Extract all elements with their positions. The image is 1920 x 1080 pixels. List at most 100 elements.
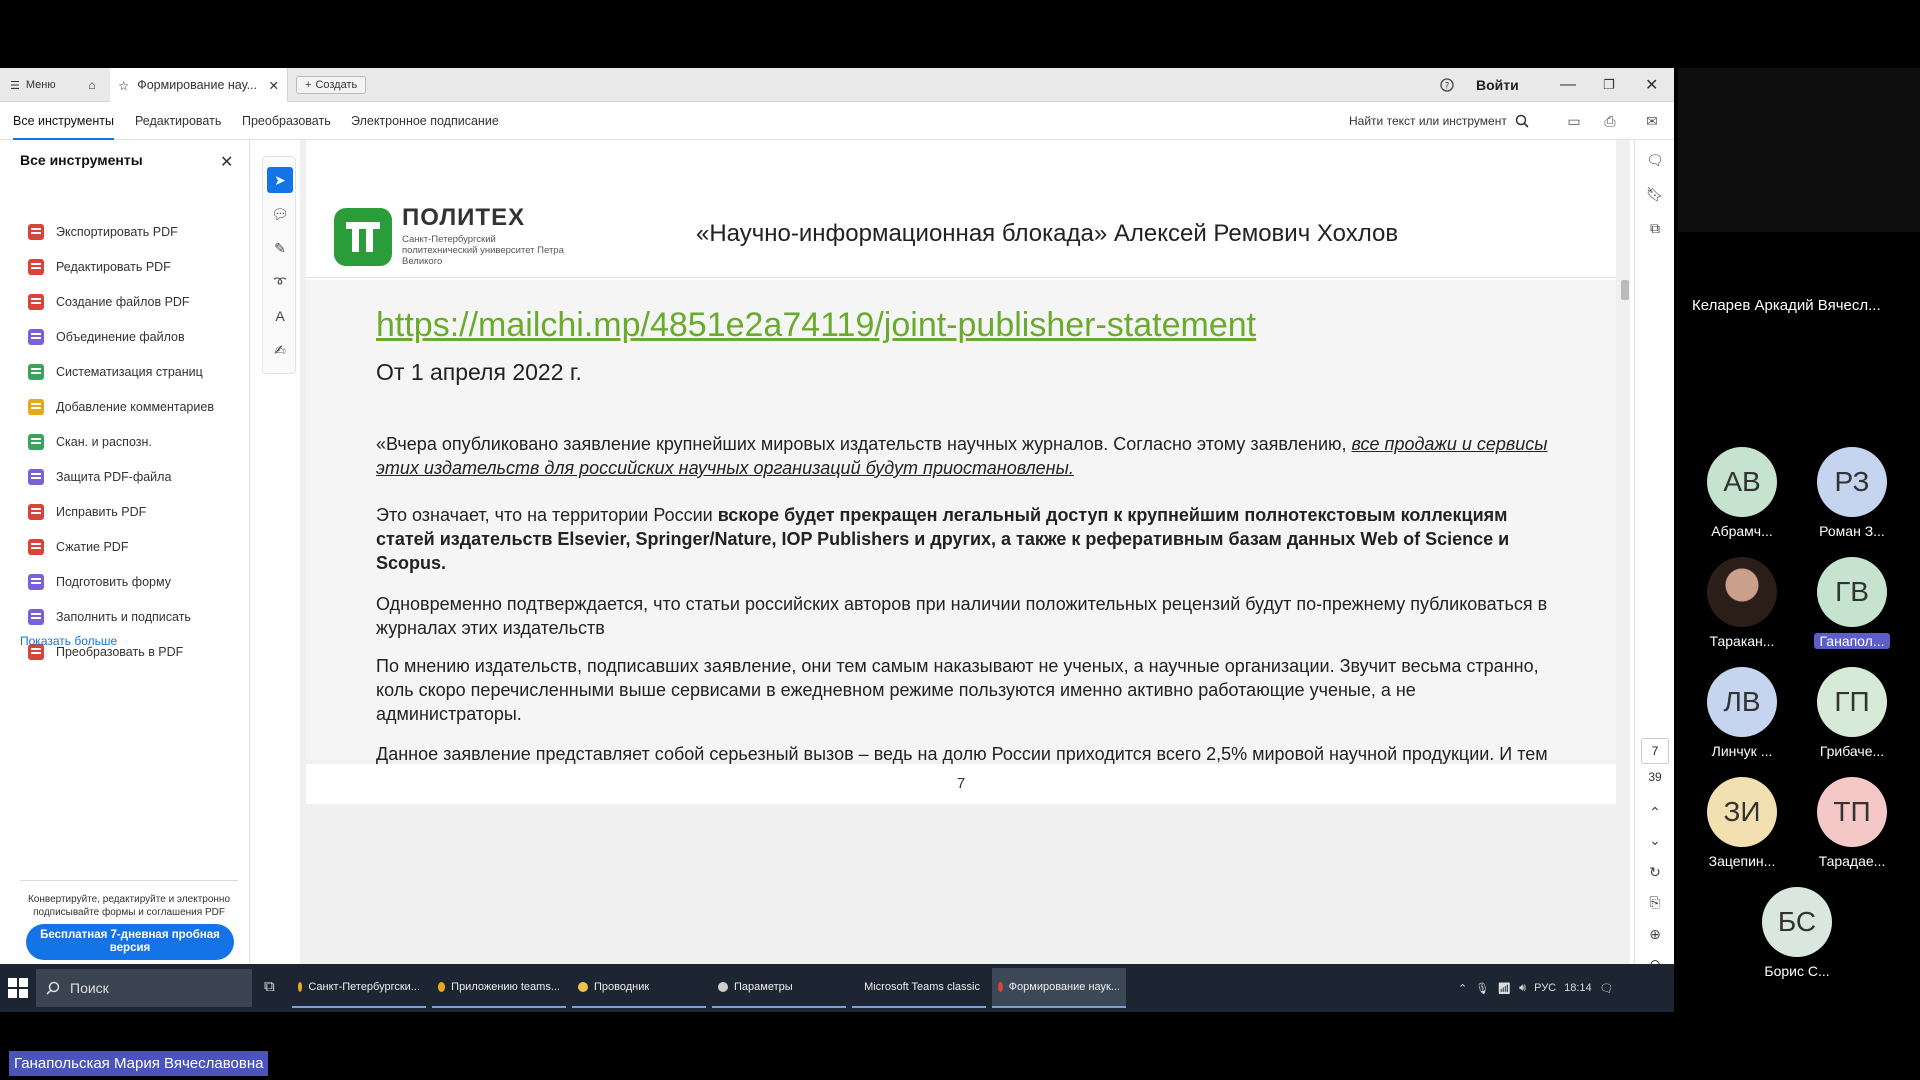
statement-link[interactable]: https://mailchi.mp/4851e2a74119/joint-pu… xyxy=(376,304,1556,346)
taskbar-app[interactable]: Формирование наук... xyxy=(992,968,1126,1008)
panel-close-icon[interactable]: ✕ xyxy=(220,152,233,172)
tool-label: Редактировать PDF xyxy=(56,260,171,274)
close-icon[interactable]: ✕ xyxy=(269,78,279,93)
participant-tile[interactable]: ТП Тарадае... xyxy=(1814,777,1890,869)
star-icon[interactable]: ☆ xyxy=(118,78,129,93)
mic-icon[interactable]: 🎙︎ xyxy=(1475,982,1489,995)
tool-icon xyxy=(28,364,44,380)
tool-label: Систематизация страниц xyxy=(56,365,203,379)
tab-all-tools[interactable]: Все инструменты xyxy=(13,102,114,140)
sign-icon[interactable]: ✍︎ xyxy=(267,337,293,363)
tool-item[interactable]: Заполнить и подписать xyxy=(28,607,191,627)
taskbar-search-label: Поиск xyxy=(70,980,109,996)
extract-page-icon[interactable]: ⎘ xyxy=(1645,892,1665,912)
tool-item[interactable]: Исправить PDF xyxy=(28,502,146,522)
tool-item[interactable]: Редактировать PDF xyxy=(28,257,171,277)
show-more-link[interactable]: Показать больше xyxy=(20,634,117,648)
taskbar-search[interactable]: Поиск xyxy=(36,969,252,1007)
minimize-icon[interactable]: — xyxy=(1560,68,1576,102)
tool-item[interactable]: Подготовить форму xyxy=(28,572,171,592)
print-icon[interactable]: ⎙ xyxy=(1600,111,1620,131)
paragraph-4: По мнению издательств, подписавших заявл… xyxy=(376,656,1539,724)
participant-tile[interactable]: ЗИ Зацепин... xyxy=(1704,777,1780,869)
tool-item[interactable]: Экспортировать PDF xyxy=(28,222,178,242)
zoom-in-icon[interactable]: ⊕ xyxy=(1645,924,1665,944)
text-select-icon[interactable]: A xyxy=(267,303,293,329)
tab-edit[interactable]: Редактировать xyxy=(135,102,221,140)
scroll-thumb[interactable] xyxy=(1621,280,1629,300)
comment-icon[interactable]: 💬︎ xyxy=(267,201,293,227)
tab-convert[interactable]: Преобразовать xyxy=(242,102,331,140)
participant-tile[interactable]: РЗ Роман З... xyxy=(1814,447,1890,539)
windows-taskbar: Поиск ⧉ Санкт-Петербургски... Приложению … xyxy=(0,964,1674,1012)
tool-item[interactable]: Систематизация страниц xyxy=(28,362,203,382)
menu-button[interactable]: ☰ Меню xyxy=(10,68,56,102)
tool-item[interactable]: Защита PDF-файла xyxy=(28,467,171,487)
tray-chevron-icon[interactable]: ⌃ xyxy=(1458,982,1467,995)
wifi-icon[interactable]: 📶︎ xyxy=(1497,982,1511,995)
menu-label: Меню xyxy=(25,79,56,91)
save-icon[interactable]: ▭ xyxy=(1564,111,1584,131)
page-up-icon[interactable]: ⌃ xyxy=(1645,802,1665,822)
rotate-icon[interactable]: ↻ xyxy=(1645,862,1665,882)
participant-tile[interactable]: БС Борис С... xyxy=(1759,887,1835,979)
pages-icon[interactable]: ⧉ xyxy=(1645,218,1665,238)
windows-start-icon[interactable] xyxy=(8,978,28,998)
participant-name: Роман З... xyxy=(1819,523,1885,539)
tool-item[interactable]: Скан. и распозн. xyxy=(28,432,152,452)
participant-name: Ганапол... xyxy=(1814,633,1890,649)
tool-item[interactable]: Добавление комментариев xyxy=(28,397,214,417)
tool-icon xyxy=(28,504,44,520)
taskbar-app[interactable]: Проводник xyxy=(572,968,706,1008)
participant-tile[interactable]: Таракан... xyxy=(1704,557,1780,649)
restore-icon[interactable]: ❐ xyxy=(1603,68,1615,102)
tool-icon xyxy=(28,609,44,625)
participant-avatar: ЗИ xyxy=(1707,777,1777,847)
tool-item[interactable]: Сжатие PDF xyxy=(28,537,128,557)
participant-tile[interactable]: ГП Грибаче... xyxy=(1814,667,1890,759)
signin-button[interactable]: Войти xyxy=(1476,68,1519,102)
free-trial-button[interactable]: Бесплатная 7-дневная пробная версия xyxy=(26,924,234,960)
tool-item[interactable]: Объединение файлов xyxy=(28,327,185,347)
participant-name: Зацепин... xyxy=(1708,853,1776,869)
select-cursor-icon[interactable]: ➤ xyxy=(267,167,293,193)
app-icon xyxy=(298,982,303,992)
participant-tile[interactable]: ГВ Ганапол... xyxy=(1814,557,1890,649)
clock[interactable]: 18:14 xyxy=(1564,982,1592,994)
task-view-icon[interactable]: ⧉ xyxy=(264,978,275,995)
bookmarks-icon[interactable]: 🔖︎ xyxy=(1645,184,1665,204)
vertical-scrollbar[interactable] xyxy=(1618,144,1630,980)
help-icon[interactable]: ? xyxy=(1440,68,1454,102)
tab-esign[interactable]: Электронное подписание xyxy=(351,102,499,140)
taskbar-app[interactable]: Microsoft Teams classic xyxy=(852,968,986,1008)
participant-tile[interactable]: ЛВ Линчук ... xyxy=(1704,667,1780,759)
document-viewer[interactable]: ПОЛИТЕХ Санкт-Петербургский политехничес… xyxy=(300,140,1630,984)
tool-item[interactable]: Создание файлов PDF xyxy=(28,292,190,312)
lasso-icon[interactable]: ➰︎ xyxy=(267,269,293,295)
pen-icon[interactable]: ✎ xyxy=(267,235,293,261)
self-video-tile xyxy=(1678,68,1920,232)
taskbar-app[interactable]: Приложению teams... xyxy=(432,968,566,1008)
language-indicator[interactable]: РУС xyxy=(1534,982,1556,994)
pdf-page: ПОЛИТЕХ Санкт-Петербургский политехничес… xyxy=(306,192,1616,788)
volume-icon[interactable]: 🔊︎ xyxy=(1519,982,1526,995)
home-icon[interactable]: ⌂ xyxy=(80,68,104,102)
find-text-or-tool[interactable]: Найти текст или инструмент xyxy=(1349,102,1529,140)
participant-avatar xyxy=(1707,557,1777,627)
current-page-field[interactable]: 7 xyxy=(1641,738,1669,764)
page-down-icon[interactable]: ⌄ xyxy=(1645,830,1665,850)
window-close-icon[interactable]: ✕ xyxy=(1645,68,1658,102)
create-button[interactable]: + Создать xyxy=(296,76,367,94)
tool-label: Объединение файлов xyxy=(56,330,185,344)
tool-label: Защита PDF-файла xyxy=(56,470,172,484)
tool-icon xyxy=(28,259,44,275)
comments-panel-icon[interactable]: 🗨︎ xyxy=(1645,150,1665,170)
notifications-icon[interactable]: 🗨︎ xyxy=(1600,982,1614,995)
mail-icon[interactable]: ✉ xyxy=(1642,111,1662,131)
participant-tile[interactable]: АВ Абрамч... xyxy=(1704,447,1780,539)
taskbar-app[interactable]: Санкт-Петербургски... xyxy=(292,968,426,1008)
document-tab[interactable]: ☆ Формирование нау... ✕ xyxy=(110,68,288,102)
taskbar-app[interactable]: Параметры xyxy=(712,968,846,1008)
tool-label: Экспортировать PDF xyxy=(56,225,178,239)
participant-name: Линчук ... xyxy=(1711,743,1773,759)
